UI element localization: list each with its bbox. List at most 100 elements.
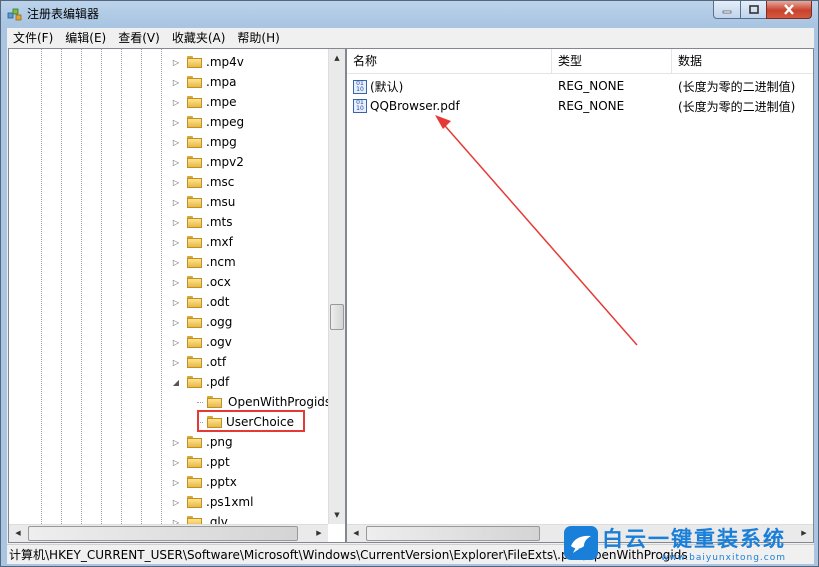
expand-arrow-icon[interactable]: ▷ xyxy=(171,177,181,187)
folder-icon xyxy=(207,396,222,408)
folder-icon xyxy=(187,276,202,288)
tree-item-label: .msu xyxy=(206,195,236,209)
minimize-button[interactable] xyxy=(713,1,740,19)
expand-arrow-icon[interactable]: ▷ xyxy=(171,437,181,447)
menu-view[interactable]: 查看(V) xyxy=(112,29,166,46)
expand-arrow-icon[interactable]: ▷ xyxy=(171,197,181,207)
tree-item[interactable]: ▷ .ncm xyxy=(171,252,236,272)
expand-arrow-icon[interactable]: ▷ xyxy=(171,277,181,287)
tree-item-label: .mp4v xyxy=(206,55,244,69)
menu-favorites[interactable]: 收藏夹(A) xyxy=(166,29,232,46)
tree-item[interactable]: ▷ .mxf xyxy=(171,232,233,252)
tree-item[interactable]: ▷ .ps1xml xyxy=(171,492,254,512)
expand-arrow-icon[interactable]: ▷ xyxy=(171,237,181,247)
folder-icon xyxy=(187,196,202,208)
tree-item-label: .ocx xyxy=(206,275,231,289)
tree-item[interactable]: ▷ .mpa xyxy=(171,72,237,92)
menu-edit[interactable]: 编辑(E) xyxy=(59,29,112,46)
folder-icon xyxy=(187,96,202,108)
tree-item[interactable]: ▷ .mpg xyxy=(171,132,237,152)
expand-arrow-icon[interactable]: ▷ xyxy=(171,457,181,467)
tree-item[interactable]: ▷ .mp4v xyxy=(171,52,244,72)
tree-item[interactable]: ◢ .pdf xyxy=(171,372,229,392)
tree-item-label: .ps1xml xyxy=(206,495,254,509)
expand-arrow-icon[interactable]: ▷ xyxy=(171,217,181,227)
tree-item-label: .mts xyxy=(206,215,233,229)
expand-arrow-icon[interactable]: ▷ xyxy=(171,97,181,107)
title-bar[interactable]: 注册表编辑器 xyxy=(1,1,818,27)
annotation-arrow xyxy=(435,115,638,346)
expand-arrow-icon[interactable]: ▷ xyxy=(171,337,181,347)
tree-item[interactable]: ▷ .ocx xyxy=(171,272,231,292)
tree-guide-line xyxy=(101,49,102,524)
expand-arrow-icon[interactable]: ▷ xyxy=(171,317,181,327)
tree-item[interactable]: ▷ .png xyxy=(171,432,233,452)
scroll-right-icon[interactable]: ▶ xyxy=(311,525,327,541)
folder-icon xyxy=(187,436,202,448)
expand-arrow-icon[interactable]: ▷ xyxy=(171,117,181,127)
folder-icon xyxy=(187,336,202,348)
maximize-icon xyxy=(748,5,759,14)
list-hscroll-thumb[interactable] xyxy=(366,526,540,541)
scroll-left-icon[interactable]: ◀ xyxy=(348,525,364,541)
tree-item[interactable]: ▷ .otf xyxy=(171,352,226,372)
expand-arrow-icon[interactable]: ▷ xyxy=(171,157,181,167)
registry-tree[interactable]: ▷ .mp4v ▷ .mpa ▷ .mpe ▷ .mpeg ▷ .mpg ▷ .mpv2 ▷ .msc ▷.… xyxy=(8,48,346,543)
menu-file[interactable]: 文件(F) xyxy=(7,29,59,46)
expand-arrow-icon[interactable]: ▷ xyxy=(171,77,181,87)
folder-icon xyxy=(187,236,202,248)
tree-item-label: .ncm xyxy=(206,255,236,269)
tree-item-label: OpenWithProgids xyxy=(226,395,334,409)
folder-icon xyxy=(187,136,202,148)
tree-guide-line xyxy=(81,49,82,524)
tree-hscroll-thumb[interactable] xyxy=(28,526,298,541)
tree-item-label: .mxf xyxy=(206,235,233,249)
registry-editor-icon xyxy=(7,8,22,21)
tree-item[interactable]: OpenWithProgids xyxy=(197,392,334,412)
values-list[interactable]: 名称 类型 数据 01 10 (默认) REG_NONE (长度为零的二进制值) 0… xyxy=(346,48,814,543)
folder-icon xyxy=(187,376,202,388)
tree-guide-line xyxy=(121,49,122,524)
expand-arrow-icon[interactable]: ▷ xyxy=(171,137,181,147)
tree-item-label: .pptx xyxy=(206,475,237,489)
tree-item[interactable]: ▷ .mpe xyxy=(171,92,237,112)
tree-item[interactable]: ▷ .mpv2 xyxy=(171,152,244,172)
scroll-down-icon[interactable]: ▼ xyxy=(329,507,345,523)
tree-item[interactable]: ▷ .ogg xyxy=(171,312,232,332)
scroll-up-icon[interactable]: ▲ xyxy=(329,50,345,66)
tree-item[interactable]: ▷ .msu xyxy=(171,192,235,212)
expand-arrow-icon[interactable]: ▷ xyxy=(171,477,181,487)
tree-item-label: .ogv xyxy=(206,335,232,349)
tree-item[interactable]: ▷ .mpeg xyxy=(171,112,244,132)
tree-item[interactable]: ▷ .odt xyxy=(171,292,230,312)
watermark-url: www.baiyunxitong.com xyxy=(661,553,786,563)
scroll-left-icon[interactable]: ◀ xyxy=(10,525,26,541)
tree-item[interactable]: ▷ .mts xyxy=(171,212,233,232)
expand-arrow-icon[interactable]: ▷ xyxy=(171,257,181,267)
tree-horizontal-scrollbar[interactable]: ◀ ▶ xyxy=(9,524,328,542)
menu-help[interactable]: 帮助(H) xyxy=(231,29,285,46)
expand-arrow-icon[interactable]: ▷ xyxy=(171,497,181,507)
folder-icon xyxy=(187,216,202,228)
tree-item-label: .otf xyxy=(206,355,227,369)
tree-item[interactable]: ▷ .pptx xyxy=(171,472,237,492)
close-icon xyxy=(784,4,794,15)
registry-editor-window: 注册表编辑器 文件(F) 编辑(E) 查看(V) 收藏夹(A) 帮助(H) ▷ … xyxy=(0,0,819,567)
tree-item[interactable]: ▷ .ppt xyxy=(171,452,230,472)
tree-guide-line xyxy=(41,49,42,524)
collapse-arrow-icon[interactable]: ◢ xyxy=(171,377,181,387)
tree-item[interactable]: ▷ .ogv xyxy=(171,332,232,352)
expand-arrow-icon[interactable]: ▷ xyxy=(171,57,181,67)
tree-item-label: .odt xyxy=(206,295,230,309)
expand-arrow-icon[interactable]: ▷ xyxy=(171,297,181,307)
menu-bar: 文件(F) 编辑(E) 查看(V) 收藏夹(A) 帮助(H) xyxy=(7,28,814,47)
expand-arrow-icon[interactable]: ▷ xyxy=(171,357,181,367)
panes: ▷ .mp4v ▷ .mpa ▷ .mpe ▷ .mpeg ▷ .mpg ▷ .mpv2 ▷ .msc ▷.… xyxy=(7,47,814,544)
tree-item-label: .pdf xyxy=(206,375,230,389)
tree-item-label: .msc xyxy=(206,175,235,189)
tree-item[interactable]: ▷ .msc xyxy=(171,172,234,192)
close-button[interactable] xyxy=(766,1,812,19)
tree-vscroll-thumb[interactable] xyxy=(330,304,344,330)
maximize-button[interactable] xyxy=(740,1,766,19)
tree-vertical-scrollbar[interactable]: ▲ ▼ xyxy=(328,49,345,524)
